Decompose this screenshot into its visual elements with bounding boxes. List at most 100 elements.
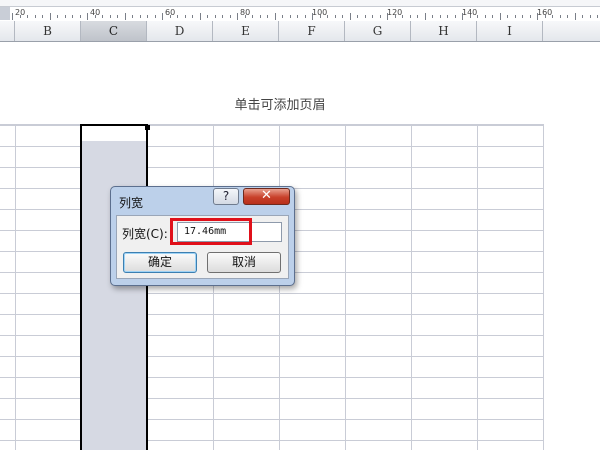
ruler-tick: [394, 15, 396, 18]
ruler-tick: [34, 15, 36, 18]
ruler-margin-shade: [0, 7, 10, 20]
ruler-tick: [124, 13, 126, 20]
cancel-button[interactable]: 取消: [207, 252, 281, 273]
ruler-tick: [282, 15, 283, 18]
ruler-tick: [469, 15, 471, 18]
ruler-tick: [417, 15, 418, 18]
ruler-tick: [289, 15, 291, 18]
column-width-label: 列宽(C):: [122, 227, 168, 241]
ruler-tick: [529, 15, 531, 18]
selection-border-left: [80, 124, 82, 450]
ruler-tick: [319, 15, 321, 18]
column-header-d[interactable]: D: [147, 21, 213, 41]
page-header-hint[interactable]: 单击可添加页眉: [180, 94, 380, 113]
ruler-tick: [132, 15, 133, 18]
ruler-tick: [582, 15, 583, 18]
ruler-tick: [432, 15, 433, 18]
fill-handle[interactable]: [145, 125, 150, 130]
ruler-tick: [387, 13, 388, 20]
ruler-tick: [492, 15, 493, 18]
selection-border-top: [80, 124, 148, 126]
ruler-tick: [87, 13, 88, 20]
ruler-tick: [259, 15, 261, 18]
column-header-bar: B C D E F G H I: [0, 21, 600, 42]
annotation-highlight-box: [170, 218, 252, 245]
grid-right-border: [543, 124, 544, 450]
ruler-tick: [177, 15, 178, 18]
column-header-c[interactable]: C: [81, 21, 147, 41]
ruler-tick: [462, 13, 463, 20]
ruler-tick: [297, 15, 298, 18]
ruler-tick: [589, 15, 591, 18]
ruler-tick: [267, 15, 268, 18]
column-header-f[interactable]: F: [279, 21, 345, 41]
ruler-tick: [514, 15, 516, 18]
ruler-tick: [252, 15, 253, 18]
ruler-tick: [597, 15, 598, 18]
ok-button[interactable]: 确定: [123, 252, 197, 273]
ruler-tick: [304, 15, 306, 18]
ruler-tick: [102, 15, 103, 18]
ruler-tick: [117, 15, 118, 18]
ruler-tick: [312, 13, 313, 20]
ruler-tick: [42, 15, 43, 18]
ruler-tick: [147, 15, 148, 18]
ruler-tick: [244, 15, 246, 18]
ruler-tick: [364, 15, 366, 18]
ruler-tick: [27, 15, 28, 18]
ruler-tick: [409, 15, 411, 18]
ruler-tick: [499, 13, 501, 20]
ruler-tick: [537, 13, 538, 20]
column-header-i[interactable]: I: [477, 21, 543, 41]
ruler-tick: [169, 15, 171, 18]
ruler-tick: [199, 13, 201, 20]
ruler-tick: [207, 15, 208, 18]
ruler-tick: [57, 15, 58, 18]
column-header-h[interactable]: H: [411, 21, 477, 41]
ruler-tick: [139, 15, 141, 18]
horizontal-ruler: 20 40 60 80 100 120 140 160: [0, 0, 600, 21]
ruler-tick: [507, 15, 508, 18]
ruler-tick: [342, 15, 343, 18]
ruler-tick: [559, 15, 561, 18]
ruler-tick: [484, 15, 486, 18]
column-header-b[interactable]: B: [15, 21, 81, 41]
ruler-tick: [12, 13, 13, 20]
ruler-tick: [424, 13, 426, 20]
ruler-tick: [334, 15, 336, 18]
ruler-tick: [372, 15, 373, 18]
ruler-tick: [477, 15, 478, 18]
dialog-title: 列宽: [119, 196, 144, 210]
ruler-tick: [109, 15, 111, 18]
ruler-tick: [327, 15, 328, 18]
ruler-tick: [222, 15, 223, 18]
ruler-tick: [544, 15, 546, 18]
ruler-tick: [454, 15, 456, 18]
close-button[interactable]: ✕: [243, 188, 290, 205]
ruler-tick: [229, 15, 231, 18]
ruler-tick: [94, 15, 96, 18]
ruler-tick: [567, 15, 568, 18]
ruler-tick: [357, 15, 358, 18]
ruler-tick: [237, 13, 238, 20]
ruler-tick: [162, 13, 163, 20]
ruler-tick: [274, 13, 276, 20]
column-header-partial[interactable]: [0, 21, 15, 41]
ruler-tick: [439, 15, 441, 18]
ruler-tick: [72, 15, 73, 18]
column-header-e[interactable]: E: [213, 21, 279, 41]
help-button[interactable]: ?: [213, 188, 239, 205]
selection-border-right: [146, 124, 148, 450]
ruler-tick: [49, 13, 51, 20]
ruler-tick: [19, 15, 21, 18]
column-header-g[interactable]: G: [345, 21, 411, 41]
ruler-tick: [184, 15, 186, 18]
ruler-tick: [447, 15, 448, 18]
ruler-tick: [552, 15, 553, 18]
ruler-tick: [522, 15, 523, 18]
ruler-tick: [192, 15, 193, 18]
ruler-tick: [349, 13, 351, 20]
ruler-tick: [214, 15, 216, 18]
ruler-tick: [79, 15, 81, 18]
ruler-tick: [154, 15, 156, 18]
